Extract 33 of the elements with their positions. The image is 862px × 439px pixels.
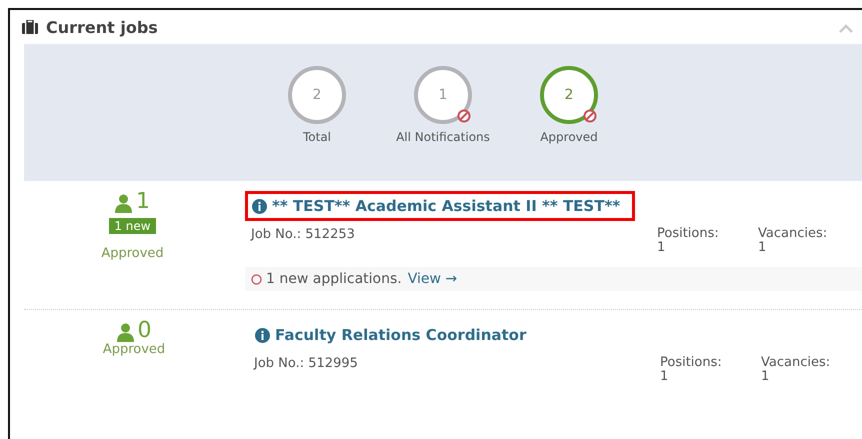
info-icon <box>255 328 270 342</box>
stat-ring[interactable]: 1 <box>414 66 472 124</box>
applicant-count: 0 <box>138 320 152 342</box>
positions-value: 1 <box>660 370 670 384</box>
stat-ring[interactable]: 2 <box>288 66 346 124</box>
vacancies-value: 1 <box>758 241 768 255</box>
job-status: Approved <box>101 246 164 261</box>
collapse-icon[interactable] <box>838 24 854 34</box>
stat-ring[interactable]: 2 <box>540 66 598 124</box>
panel-title: Current jobs <box>46 18 159 36</box>
job-title-link[interactable]: ** TEST** Academic Assistant II ** TEST** <box>245 191 636 221</box>
notice-text: 1 new applications. <box>266 271 402 287</box>
job-number: Job No.: 512995 <box>252 356 359 373</box>
vacancies-label: Vacancies: <box>758 227 828 241</box>
applicant-count: 1 <box>136 191 150 213</box>
positions-label: Positions: <box>657 227 720 241</box>
stat-label: All Notifications <box>396 130 490 144</box>
job-title-link[interactable]: Faculty Relations Coordinator <box>248 320 542 350</box>
stat-label: Total <box>302 130 332 144</box>
person-icon <box>116 323 134 342</box>
circle-icon <box>251 274 262 284</box>
person-icon <box>115 194 132 213</box>
view-link[interactable]: View → <box>408 271 458 287</box>
new-badge: 1 new <box>109 218 156 234</box>
positions-value: 1 <box>657 241 666 255</box>
positions-label: Positions: <box>660 356 723 370</box>
job-status: Approved <box>102 342 166 357</box>
stat-label: Approved <box>540 130 598 144</box>
vacancies-value: 1 <box>761 370 770 384</box>
job-number: Job No.: 512253 <box>249 227 356 244</box>
info-icon <box>252 198 267 214</box>
vacancies-label: Vacancies: <box>761 356 832 370</box>
briefcase-icon <box>22 20 38 34</box>
